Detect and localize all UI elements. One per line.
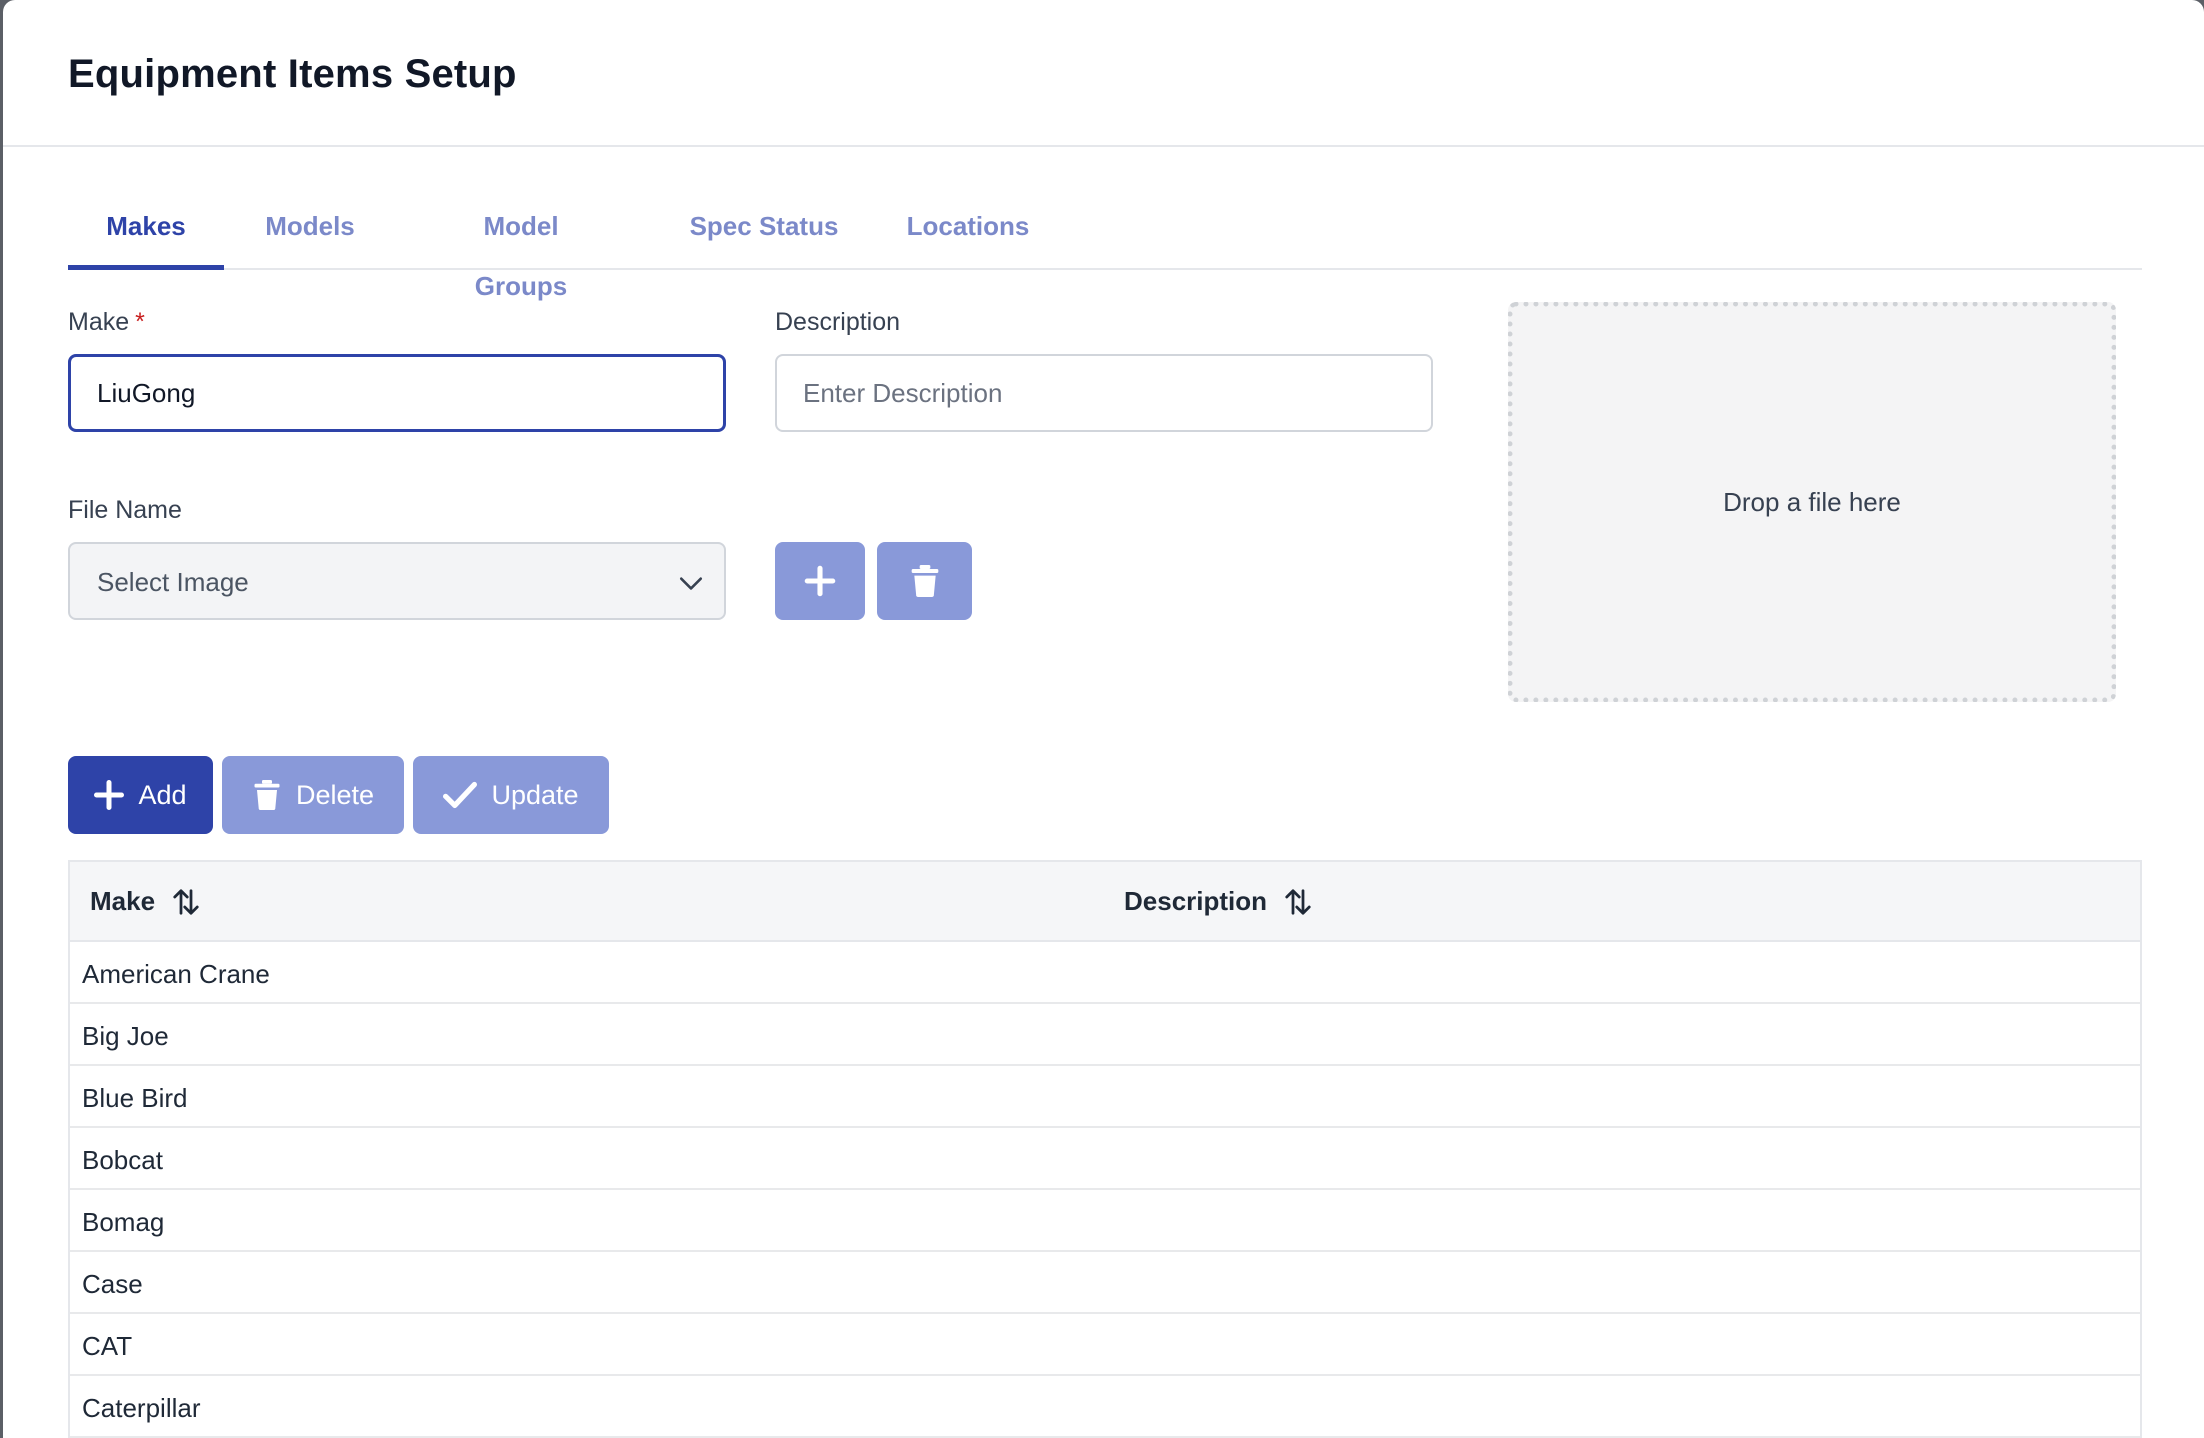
dialog-title: Equipment Items Setup xyxy=(68,52,517,96)
tab-bar: Makes Models Model Groups Spec Status Lo… xyxy=(68,196,2142,301)
make-cell: Bobcat xyxy=(82,1145,163,1175)
tab-spec-status[interactable]: Spec Status xyxy=(688,196,840,270)
description-input[interactable] xyxy=(775,354,1433,432)
dropzone-text: Drop a file here xyxy=(1723,486,1901,517)
table-row[interactable]: Blue Bird xyxy=(70,1066,2140,1128)
table-row[interactable]: Big Joe xyxy=(70,1004,2140,1066)
tab-model-groups[interactable]: Model Groups xyxy=(436,196,606,301)
trash-icon xyxy=(254,780,280,810)
makes-table: Make Description American Crane Big Joe … xyxy=(68,860,2142,1438)
make-cell: American Crane xyxy=(82,959,270,989)
table-row[interactable]: Caterpillar xyxy=(70,1376,2140,1438)
make-cell: Big Joe xyxy=(82,1021,169,1051)
make-cell: Case xyxy=(82,1269,143,1299)
table-row[interactable]: Bobcat xyxy=(70,1128,2140,1190)
make-label-text: Make xyxy=(68,308,130,336)
make-input[interactable] xyxy=(68,354,726,432)
delete-button-label: Delete xyxy=(295,779,375,810)
table-row[interactable]: American Crane xyxy=(70,942,2140,1004)
sort-icon xyxy=(173,888,199,915)
delete-button[interactable]: Delete xyxy=(222,756,404,834)
tab-locations[interactable]: Locations xyxy=(906,196,1030,270)
column-header-make-label: Make xyxy=(90,886,156,916)
column-header-description-label: Description xyxy=(1124,886,1268,916)
make-field-label: Make * xyxy=(68,308,145,337)
required-marker: * xyxy=(135,308,145,336)
tab-models[interactable]: Models xyxy=(260,196,360,270)
dialog-header: Equipment Items Setup xyxy=(3,0,2204,147)
add-button[interactable]: Add xyxy=(68,756,213,834)
file-name-label: File Name xyxy=(68,496,182,524)
table-row[interactable]: CAT xyxy=(70,1314,2140,1376)
column-header-description[interactable]: Description xyxy=(1124,886,1313,917)
update-button-label: Update xyxy=(491,779,579,810)
add-button-label: Add xyxy=(138,779,187,810)
update-button[interactable]: Update xyxy=(413,756,609,834)
sort-icon xyxy=(1285,888,1311,915)
table-body: American Crane Big Joe Blue Bird Bobcat … xyxy=(70,942,2140,1438)
add-image-button[interactable] xyxy=(775,542,865,620)
make-cell: Blue Bird xyxy=(82,1083,188,1113)
table-row[interactable]: Case xyxy=(70,1252,2140,1314)
plus-icon xyxy=(94,780,125,810)
chevron-down-icon xyxy=(679,577,703,590)
make-cell: Bomag xyxy=(82,1207,165,1237)
trash-icon xyxy=(911,565,938,597)
column-header-make[interactable]: Make xyxy=(90,886,201,917)
file-name-select[interactable]: Select Image xyxy=(68,542,726,620)
file-select-value: Select Image xyxy=(97,567,249,597)
tab-makes[interactable]: Makes xyxy=(68,196,224,270)
table-header: Make Description xyxy=(70,862,2140,942)
make-cell: CAT xyxy=(82,1331,133,1361)
plus-icon xyxy=(804,565,836,597)
equipment-setup-dialog: Equipment Items Setup Makes Models Model… xyxy=(3,0,2204,1438)
description-field-label: Description xyxy=(775,308,901,336)
file-dropzone[interactable]: Drop a file here xyxy=(1508,302,2116,702)
table-row[interactable]: Bomag xyxy=(70,1190,2140,1252)
make-cell: Caterpillar xyxy=(82,1393,201,1423)
delete-image-button[interactable] xyxy=(877,542,972,620)
check-icon xyxy=(443,781,478,809)
